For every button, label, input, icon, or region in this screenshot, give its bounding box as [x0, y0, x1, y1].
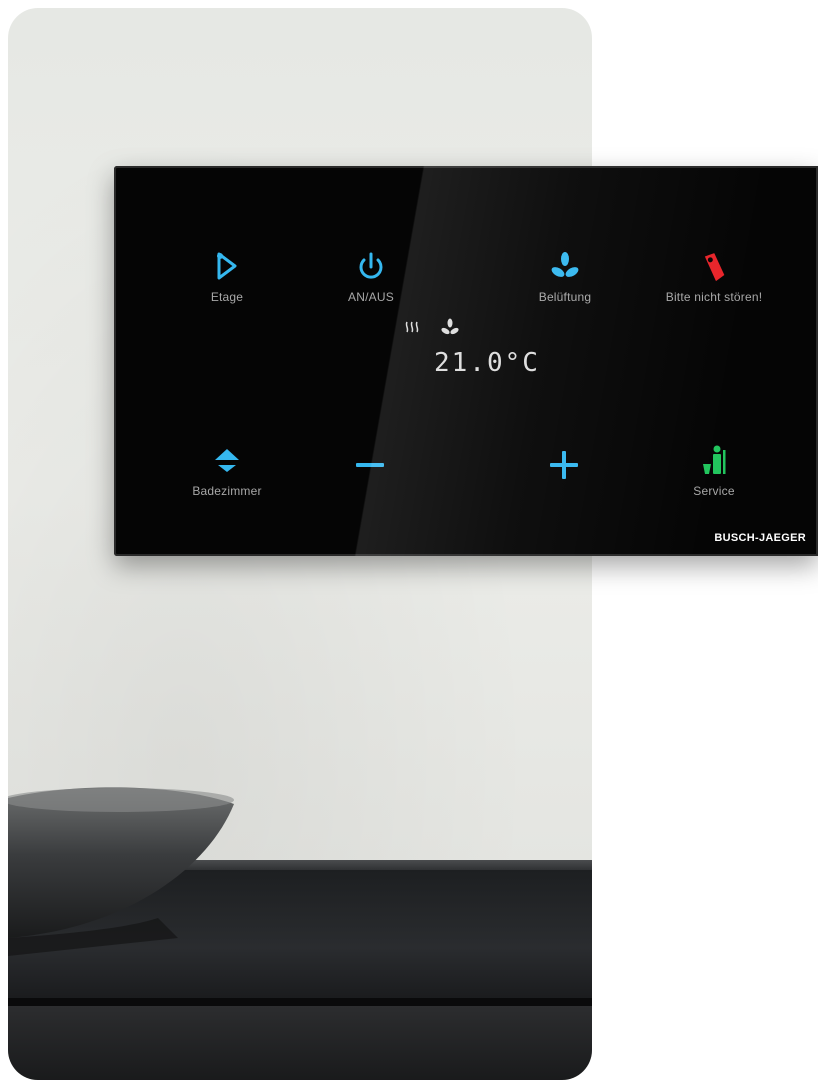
heating-icon	[405, 321, 419, 333]
power-label: AN/AUS	[348, 290, 394, 304]
floor-label: Etage	[210, 290, 244, 304]
lamp-icon	[217, 252, 237, 280]
brand-logo: BUSCH-JAEGER	[714, 532, 806, 544]
service-button[interactable]: Service	[642, 444, 786, 498]
floor	[8, 1006, 592, 1080]
door-hanger-icon	[704, 253, 725, 282]
decrease-button[interactable]	[310, 448, 430, 482]
ventilation-label: Belüftung	[538, 290, 592, 304]
do-not-disturb-button[interactable]: Bitte nicht stören!	[642, 250, 786, 304]
shelf-edge	[8, 998, 592, 1006]
power-button[interactable]: AN/AUS	[306, 250, 436, 304]
power-icon	[359, 252, 383, 279]
plus-icon	[550, 451, 578, 479]
cleaning-icon	[703, 445, 726, 474]
fan-icon	[551, 252, 579, 277]
bowl-image	[8, 787, 234, 956]
temperature-value: 21.0°C	[434, 348, 540, 378]
temperature-display: 21.0°C	[404, 318, 564, 388]
service-label: Service	[693, 484, 735, 498]
floor-button[interactable]: Etage	[162, 250, 292, 304]
room-control-panel: Etage AN/AUS Belüftung Bitte nicht störe…	[114, 166, 818, 556]
fan-mode-icon	[441, 318, 459, 335]
ceiling-light-icon	[215, 449, 239, 472]
bathroom-button[interactable]: Badezimmer	[162, 444, 292, 498]
ventilation-button[interactable]: Belüftung	[500, 250, 630, 304]
increase-button[interactable]	[504, 448, 624, 482]
do-not-disturb-label: Bitte nicht stören!	[665, 290, 763, 304]
minus-icon	[356, 463, 384, 467]
bathroom-label: Badezimmer	[192, 484, 262, 498]
